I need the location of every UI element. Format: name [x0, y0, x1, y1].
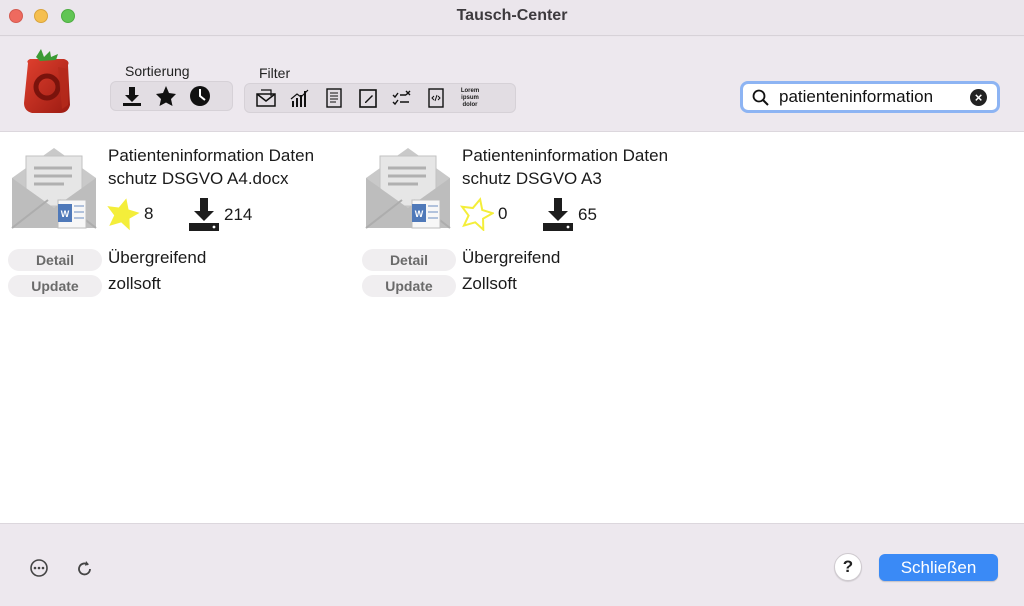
search-icon [752, 89, 769, 106]
result-title-line-1: Patienteninformation Daten [462, 146, 669, 165]
result-category: Übergreifend [462, 248, 561, 267]
clock-icon [190, 86, 210, 106]
toolbar: Sortierung Filter Lorem ipsum dolor pati… [0, 37, 1024, 131]
download-icon [543, 198, 573, 231]
results-area: W Patienteninformation Daten schutz DSGV… [0, 131, 1024, 524]
rating-count: 0 [498, 204, 508, 223]
svg-text:W: W [61, 209, 70, 219]
close-button[interactable]: Schließen [879, 554, 998, 581]
more-icon[interactable] [29, 558, 49, 578]
lorem-ipsum-icon: Lorem ipsum dolor [460, 87, 480, 108]
title-bar: Tausch-Center [0, 0, 1024, 36]
search-input[interactable] [779, 86, 959, 108]
filter-code-document-button[interactable] [419, 84, 453, 112]
update-button[interactable]: Update [8, 275, 102, 297]
star-icon [156, 86, 176, 106]
checklist-icon [392, 90, 411, 106]
download-icon [123, 87, 141, 106]
update-button[interactable]: Update [362, 275, 456, 297]
text-document-icon [326, 88, 342, 108]
filter-chart-button[interactable] [283, 84, 317, 112]
download-count: 65 [578, 205, 597, 224]
chart-icon [290, 89, 309, 107]
result-title-line-2: schutz DSGVO A4.docx [108, 169, 289, 188]
result-card[interactable]: W Patienteninformation Daten schutz DSGV… [8, 142, 358, 297]
svg-text:W: W [415, 209, 424, 219]
filter-mail-button[interactable] [249, 84, 283, 112]
filter-text-document-button[interactable] [317, 84, 351, 112]
download-icon [189, 198, 219, 231]
clear-icon[interactable]: × [970, 89, 987, 106]
window-title: Tausch-Center [456, 7, 568, 24]
filter-segmented-control: Lorem ipsum dolor [244, 83, 516, 113]
detail-button[interactable]: Detail [8, 249, 102, 271]
result-title-line-1: Patienteninformation Daten [108, 146, 315, 165]
result-title-line-2: schutz DSGVO A3 [462, 169, 602, 188]
sort-by-date-button[interactable] [183, 82, 217, 110]
result-title: Patienteninformation Daten schutz DSGVO … [108, 144, 358, 190]
search-field[interactable]: × [740, 81, 1000, 113]
result-author: zollsoft [108, 274, 161, 293]
help-button[interactable]: ? [834, 553, 862, 581]
envelope-document-icon: W [11, 148, 97, 229]
sort-label: Sortierung [125, 63, 190, 79]
refresh-icon[interactable] [75, 558, 95, 578]
filter-checklist-button[interactable] [385, 84, 419, 112]
rating: 8 [106, 197, 153, 231]
filter-edit-document-button[interactable] [351, 84, 385, 112]
star-outline-icon [460, 197, 494, 231]
code-document-icon [428, 88, 444, 108]
rating-count: 8 [144, 204, 154, 223]
mail-icon [256, 89, 276, 107]
result-category: Übergreifend [108, 248, 207, 267]
result-author: Zollsoft [462, 274, 517, 293]
rating: 0 [460, 197, 507, 231]
bottom-bar: ? Schließen [0, 524, 1024, 606]
filter-lorem-button[interactable]: Lorem ipsum dolor [453, 84, 487, 112]
download-count: 214 [224, 205, 253, 224]
sort-by-downloads-button[interactable] [115, 82, 149, 110]
result-card[interactable]: W Patienteninformation Daten schutz DSGV… [362, 142, 712, 297]
sort-segmented-control [110, 81, 233, 111]
app-logo-icon [24, 49, 70, 113]
edit-document-icon [359, 89, 377, 108]
download-count-group: 214 [188, 198, 252, 232]
detail-button[interactable]: Detail [362, 249, 456, 271]
star-filled-icon [107, 198, 140, 231]
download-count-group: 65 [542, 198, 597, 232]
filter-label: Filter [259, 65, 291, 81]
sort-by-rating-button[interactable] [149, 82, 183, 110]
envelope-document-icon: W [365, 148, 451, 229]
result-title: Patienteninformation Daten schutz DSGVO … [462, 144, 712, 190]
